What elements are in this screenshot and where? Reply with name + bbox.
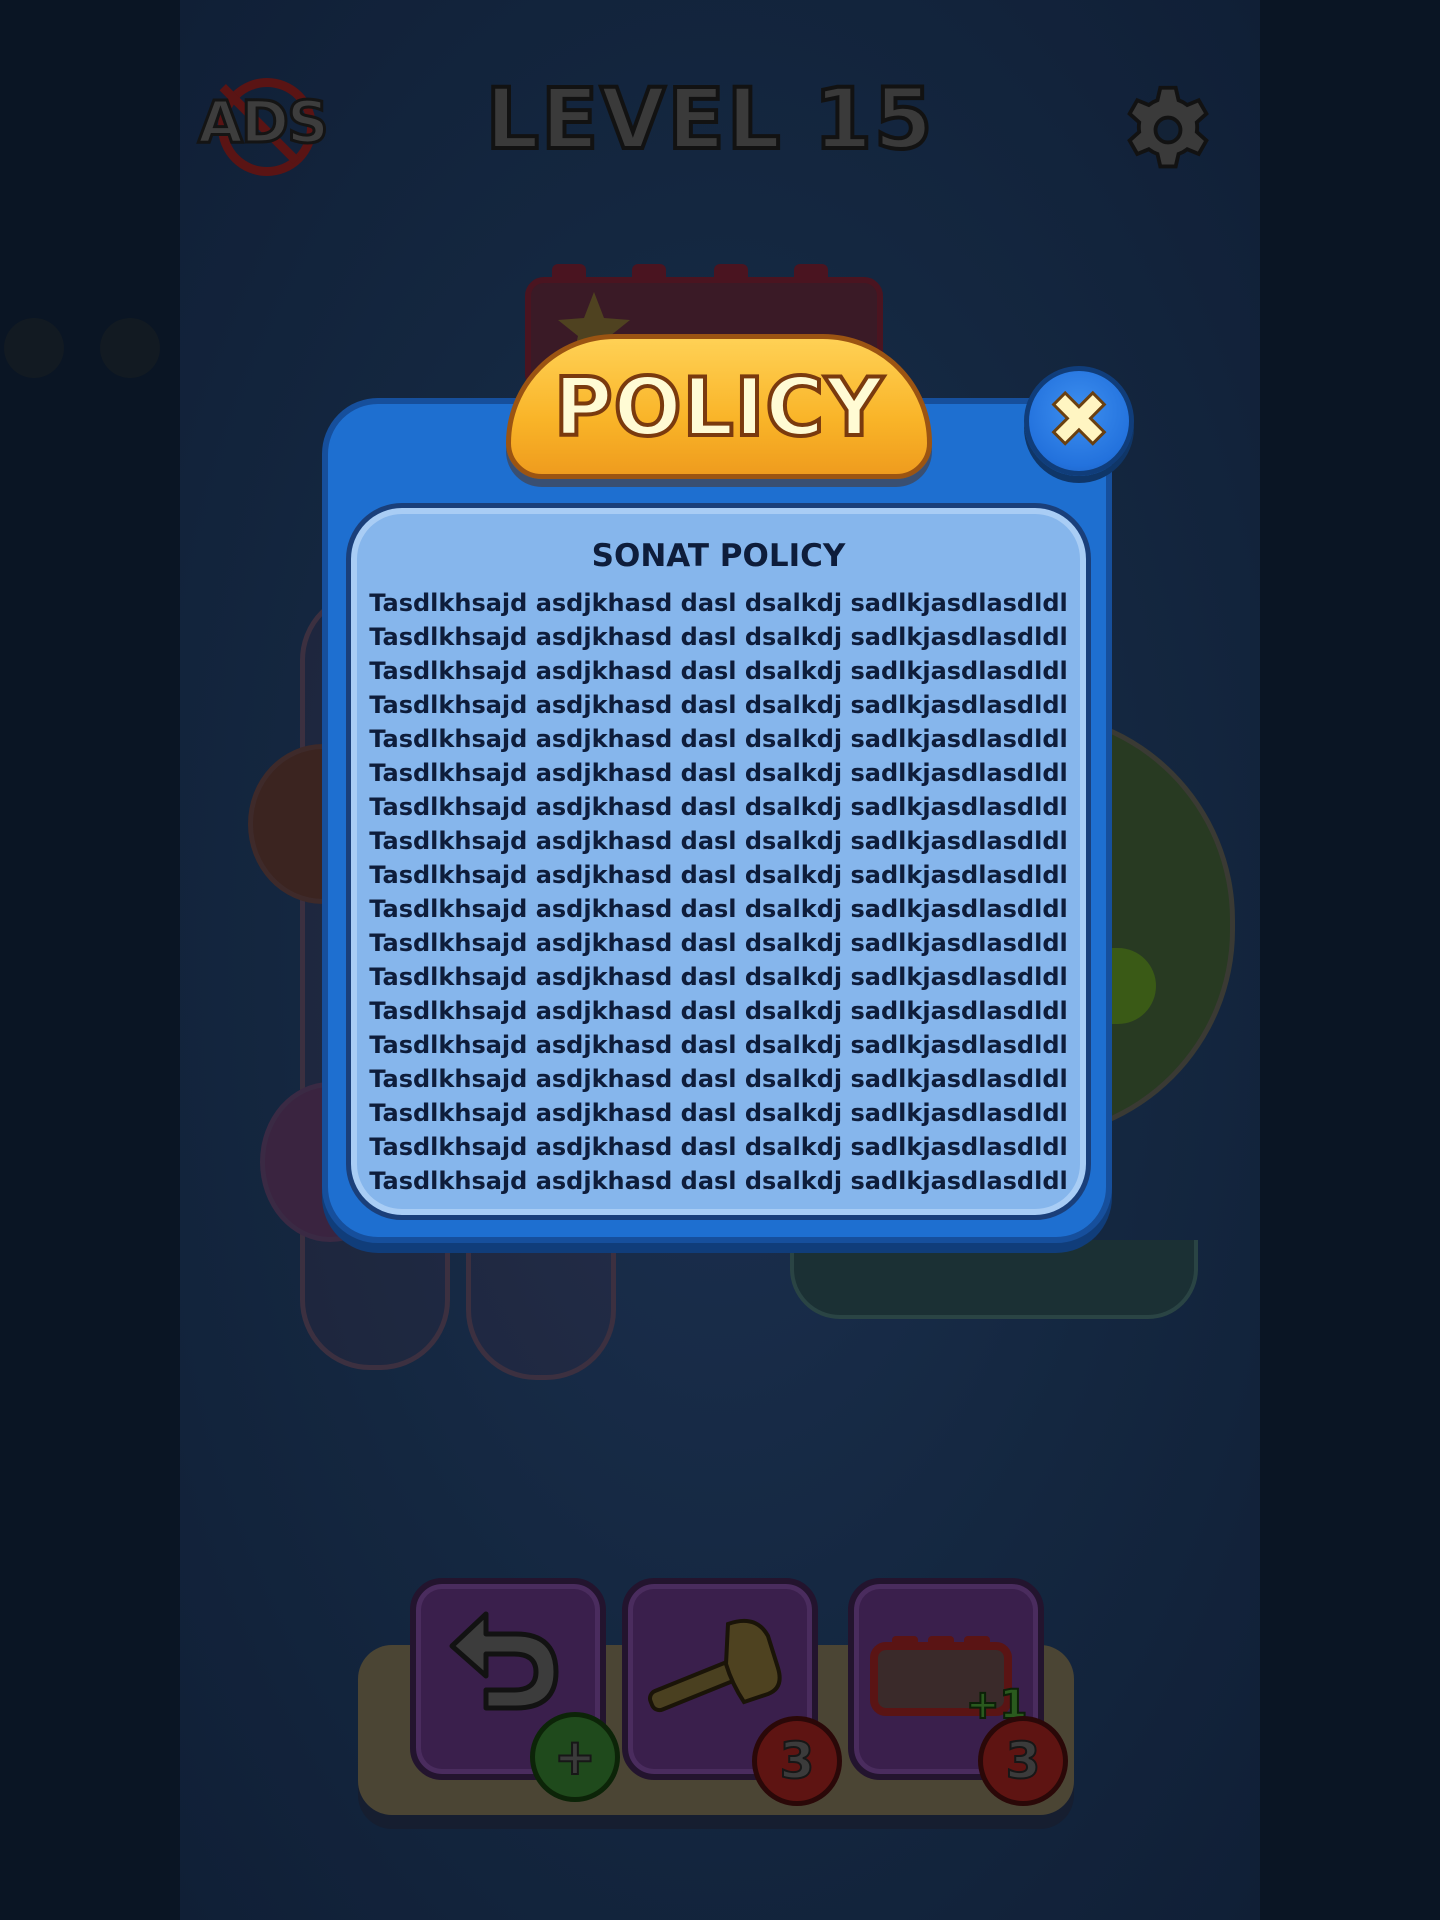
policy-line: Tasdlkhsajd asdjkhasd dasl dsalkdj sadlk… bbox=[369, 997, 1068, 1025]
close-button[interactable]: ✖ bbox=[1024, 366, 1134, 476]
policy-line: Tasdlkhsajd asdjkhasd dasl dsalkdj sadlk… bbox=[369, 861, 1068, 889]
add-slot-count-badge: 3 bbox=[978, 1716, 1068, 1806]
close-icon: ✖ bbox=[1046, 374, 1113, 466]
policy-title: POLICY bbox=[552, 359, 885, 456]
policy-text: Tasdlkhsajd asdjkhasd dasl dsalkdj sadlk… bbox=[351, 586, 1086, 1198]
undo-button[interactable]: + bbox=[410, 1578, 620, 1802]
policy-heading: SONAT POLICY bbox=[591, 538, 846, 574]
policy-line: Tasdlkhsajd asdjkhasd dasl dsalkdj sadlk… bbox=[369, 793, 1068, 821]
policy-line: Tasdlkhsajd asdjkhasd dasl dsalkdj sadlk… bbox=[369, 1099, 1068, 1127]
policy-line: Tasdlkhsajd asdjkhasd dasl dsalkdj sadlk… bbox=[369, 1065, 1068, 1093]
policy-line: Tasdlkhsajd asdjkhasd dasl dsalkdj sadlk… bbox=[369, 725, 1068, 753]
undo-add-badge: + bbox=[530, 1712, 620, 1802]
policy-line: Tasdlkhsajd asdjkhasd dasl dsalkdj sadlk… bbox=[369, 1031, 1068, 1059]
policy-line: Tasdlkhsajd asdjkhasd dasl dsalkdj sadlk… bbox=[369, 827, 1068, 855]
policy-line: Tasdlkhsajd asdjkhasd dasl dsalkdj sadlk… bbox=[369, 895, 1068, 923]
policy-line: Tasdlkhsajd asdjkhasd dasl dsalkdj sadlk… bbox=[369, 929, 1068, 957]
settings-gear-icon[interactable] bbox=[1120, 82, 1216, 178]
policy-line: Tasdlkhsajd asdjkhasd dasl dsalkdj sadlk… bbox=[369, 1133, 1068, 1161]
policy-title-banner: POLICY bbox=[506, 334, 932, 479]
hammer-count-badge: 3 bbox=[752, 1716, 842, 1806]
policy-line: Tasdlkhsajd asdjkhasd dasl dsalkdj sadlk… bbox=[369, 963, 1068, 991]
add-slot-button[interactable]: +1 3 bbox=[848, 1578, 1068, 1806]
remove-ads-button[interactable]: ADS bbox=[197, 70, 331, 180]
ads-label: ADS bbox=[197, 87, 331, 158]
policy-line: Tasdlkhsajd asdjkhasd dasl dsalkdj sadlk… bbox=[369, 657, 1068, 685]
policy-line: Tasdlkhsajd asdjkhasd dasl dsalkdj sadlk… bbox=[369, 623, 1068, 651]
policy-content-panel[interactable]: SONAT POLICY Tasdlkhsajd asdjkhasd dasl … bbox=[346, 503, 1091, 1220]
hammer-button[interactable]: 3 bbox=[622, 1578, 842, 1806]
level-title: LEVEL 15 bbox=[484, 68, 935, 170]
policy-line: Tasdlkhsajd asdjkhasd dasl dsalkdj sadlk… bbox=[369, 759, 1068, 787]
policy-line: Tasdlkhsajd asdjkhasd dasl dsalkdj sadlk… bbox=[369, 589, 1068, 617]
teal-tray bbox=[790, 1240, 1198, 1319]
policy-line: Tasdlkhsajd asdjkhasd dasl dsalkdj sadlk… bbox=[369, 1167, 1068, 1195]
policy-line: Tasdlkhsajd asdjkhasd dasl dsalkdj sadlk… bbox=[369, 691, 1068, 719]
